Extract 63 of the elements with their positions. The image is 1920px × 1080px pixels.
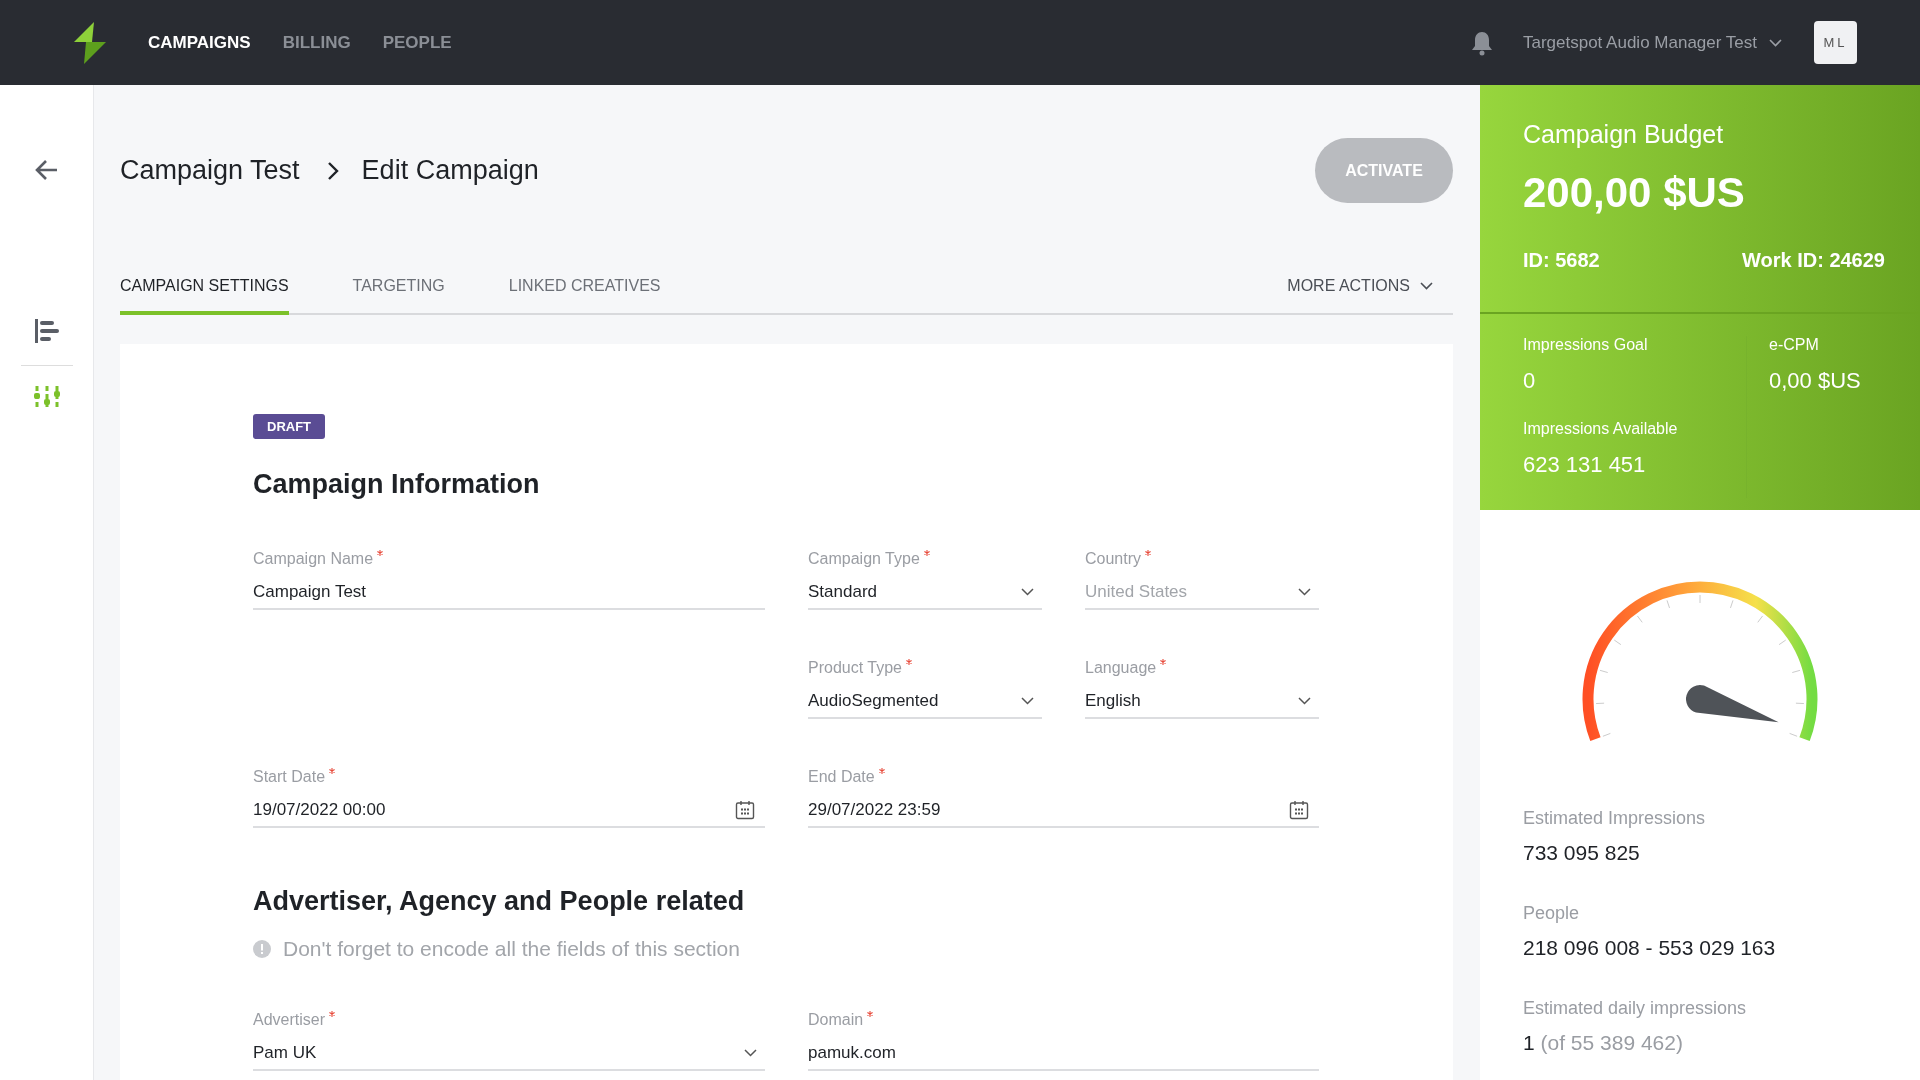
work-id: Work ID: 24629 xyxy=(1741,249,1885,272)
estimate-label: Estimated Impressions xyxy=(1523,808,1707,829)
field-label: Domain xyxy=(808,1011,864,1029)
breadcrumb-item[interactable]: Campaign Test xyxy=(120,155,300,186)
select-field[interactable]: English xyxy=(1085,687,1319,719)
info-icon xyxy=(253,940,271,958)
chevron-right-icon xyxy=(325,160,340,181)
stat-label: Impressions Goal xyxy=(1523,336,1649,354)
date-field[interactable]: 29/07/2022 23:59 xyxy=(808,796,1319,828)
field-label: Campaign Type xyxy=(808,550,920,568)
account-menu[interactable]: Targetspot Audio Manager Test xyxy=(1522,32,1782,53)
chevron-down-icon xyxy=(1298,697,1311,705)
tab[interactable]: TARGETING xyxy=(352,277,445,315)
tab[interactable]: CAMPAIGN SETTINGS xyxy=(120,277,289,315)
budget-amount: 200,00 $US xyxy=(1523,169,1746,217)
estimate-value: 218 096 008 - 553 029 163 xyxy=(1523,936,1777,960)
nav-link[interactable]: BILLING xyxy=(282,32,351,53)
input-field[interactable]: pamuk.com xyxy=(808,1039,1319,1071)
calendar-icon xyxy=(1289,800,1309,820)
tab[interactable]: LINKED CREATIVES xyxy=(508,277,661,315)
section-heading: Advertiser, Agency and People related xyxy=(253,886,746,917)
field-label: Country xyxy=(1085,550,1142,568)
estimate-label: People xyxy=(1523,903,1581,924)
bell-icon[interactable] xyxy=(1470,29,1493,56)
section-note: Don't forget to encode all the fields of this section xyxy=(283,937,740,961)
status-badge: DRAFT xyxy=(253,414,326,439)
chevron-down-icon xyxy=(1420,282,1433,290)
estimate-label: Estimated daily impressions xyxy=(1523,998,1748,1019)
chevron-down-icon xyxy=(744,1049,757,1057)
avatar[interactable]: ML xyxy=(1814,21,1857,64)
list-icon[interactable] xyxy=(32,317,61,345)
caret-icon xyxy=(1769,38,1782,47)
field-label: Language xyxy=(1085,659,1157,677)
chevron-down-icon xyxy=(1298,588,1311,596)
field-label: Start Date xyxy=(253,768,326,786)
chevron-down-icon xyxy=(1021,697,1034,705)
campaign-id: ID: 5682 xyxy=(1523,249,1600,272)
stat-value: 0 xyxy=(1523,368,1537,394)
logo-icon xyxy=(72,21,108,64)
select-field[interactable]: AudioSegmented xyxy=(808,687,1042,719)
more-actions-menu[interactable]: MORE ACTIONS xyxy=(1287,277,1433,313)
select-field[interactable]: Pam UK xyxy=(253,1039,765,1071)
nav-link[interactable]: CAMPAIGNS xyxy=(148,32,251,53)
estimate-value: 1 (of 55 389 462) xyxy=(1523,1031,1684,1055)
date-field[interactable]: 19/07/2022 00:00 xyxy=(253,796,765,828)
stat-label: Impressions Available xyxy=(1523,420,1679,438)
select-field[interactable]: Standard xyxy=(808,578,1042,610)
estimate-value: 733 095 825 xyxy=(1523,841,1641,865)
section-heading: Campaign Information xyxy=(253,469,541,500)
stat-label: e-CPM xyxy=(1769,336,1820,354)
stat-value: 623 131 451 xyxy=(1523,452,1647,478)
field-label: Advertiser xyxy=(253,1011,326,1029)
stat-value: 0,00 $US xyxy=(1769,368,1861,394)
field-label: Campaign Name xyxy=(253,550,374,568)
breadcrumb-item: Edit Campaign xyxy=(361,155,539,186)
field-label: End Date xyxy=(808,768,875,786)
input-field[interactable]: Campaign Test xyxy=(253,578,765,610)
field-label: Product Type xyxy=(808,659,902,677)
budget-title: Campaign Budget xyxy=(1523,120,1725,149)
calendar-icon xyxy=(735,800,755,820)
nav-link[interactable]: PEOPLE xyxy=(382,32,452,53)
chevron-down-icon xyxy=(1021,588,1034,596)
back-arrow-icon[interactable] xyxy=(34,159,59,181)
